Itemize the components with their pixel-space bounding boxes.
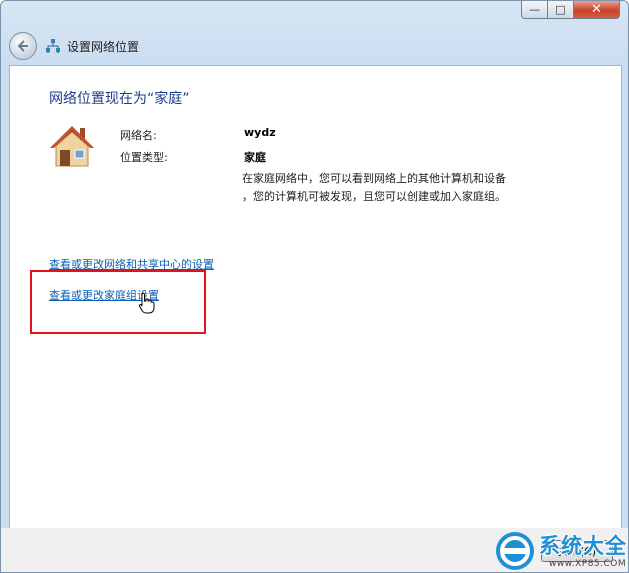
close-button[interactable]: ✕ (574, 1, 620, 19)
minimize-button[interactable]: — (521, 1, 548, 19)
location-type-label: 位置类型: (120, 151, 168, 164)
content-pane: 网络位置现在为“家庭” 网络名: wydz 位置类型: 家庭 在家庭网络中，您可… (9, 65, 622, 529)
network-name-label: 网络名: (120, 129, 157, 142)
network-name-value: wydz (244, 126, 276, 139)
caption-buttons: — □ ✕ (521, 1, 620, 19)
hand-cursor-icon (138, 292, 155, 314)
setup-network-location-window: — □ ✕ 设置网络位置 网络位置现在为“家庭” 网络名: wydz 位置类型:… (0, 0, 629, 573)
navigation-bar: 设置网络位置 (9, 31, 139, 61)
watermark-logo-text: 系统大全 (539, 534, 627, 558)
network-icon (46, 39, 60, 53)
page-heading: 网络位置现在为“家庭” (49, 91, 190, 107)
description-line-1: 在家庭网络中，您可以看到网络上的其他计算机和设备 (242, 172, 506, 185)
location-description: 在家庭网络中，您可以看到网络上的其他计算机和设备 ，您的计算机可被发现，且您可以… (242, 170, 542, 206)
maximize-button[interactable]: □ (548, 1, 574, 19)
home-network-icon (50, 126, 94, 167)
location-type-value: 家庭 (244, 151, 266, 164)
description-line-2: ，您的计算机可被发现，且您可以创建或加入家庭组。 (242, 190, 506, 203)
watermark-url: www.XP85.COM (549, 559, 627, 569)
back-arrow-icon (17, 40, 28, 52)
window-title: 设置网络位置 (67, 39, 140, 54)
back-button[interactable] (9, 32, 37, 60)
